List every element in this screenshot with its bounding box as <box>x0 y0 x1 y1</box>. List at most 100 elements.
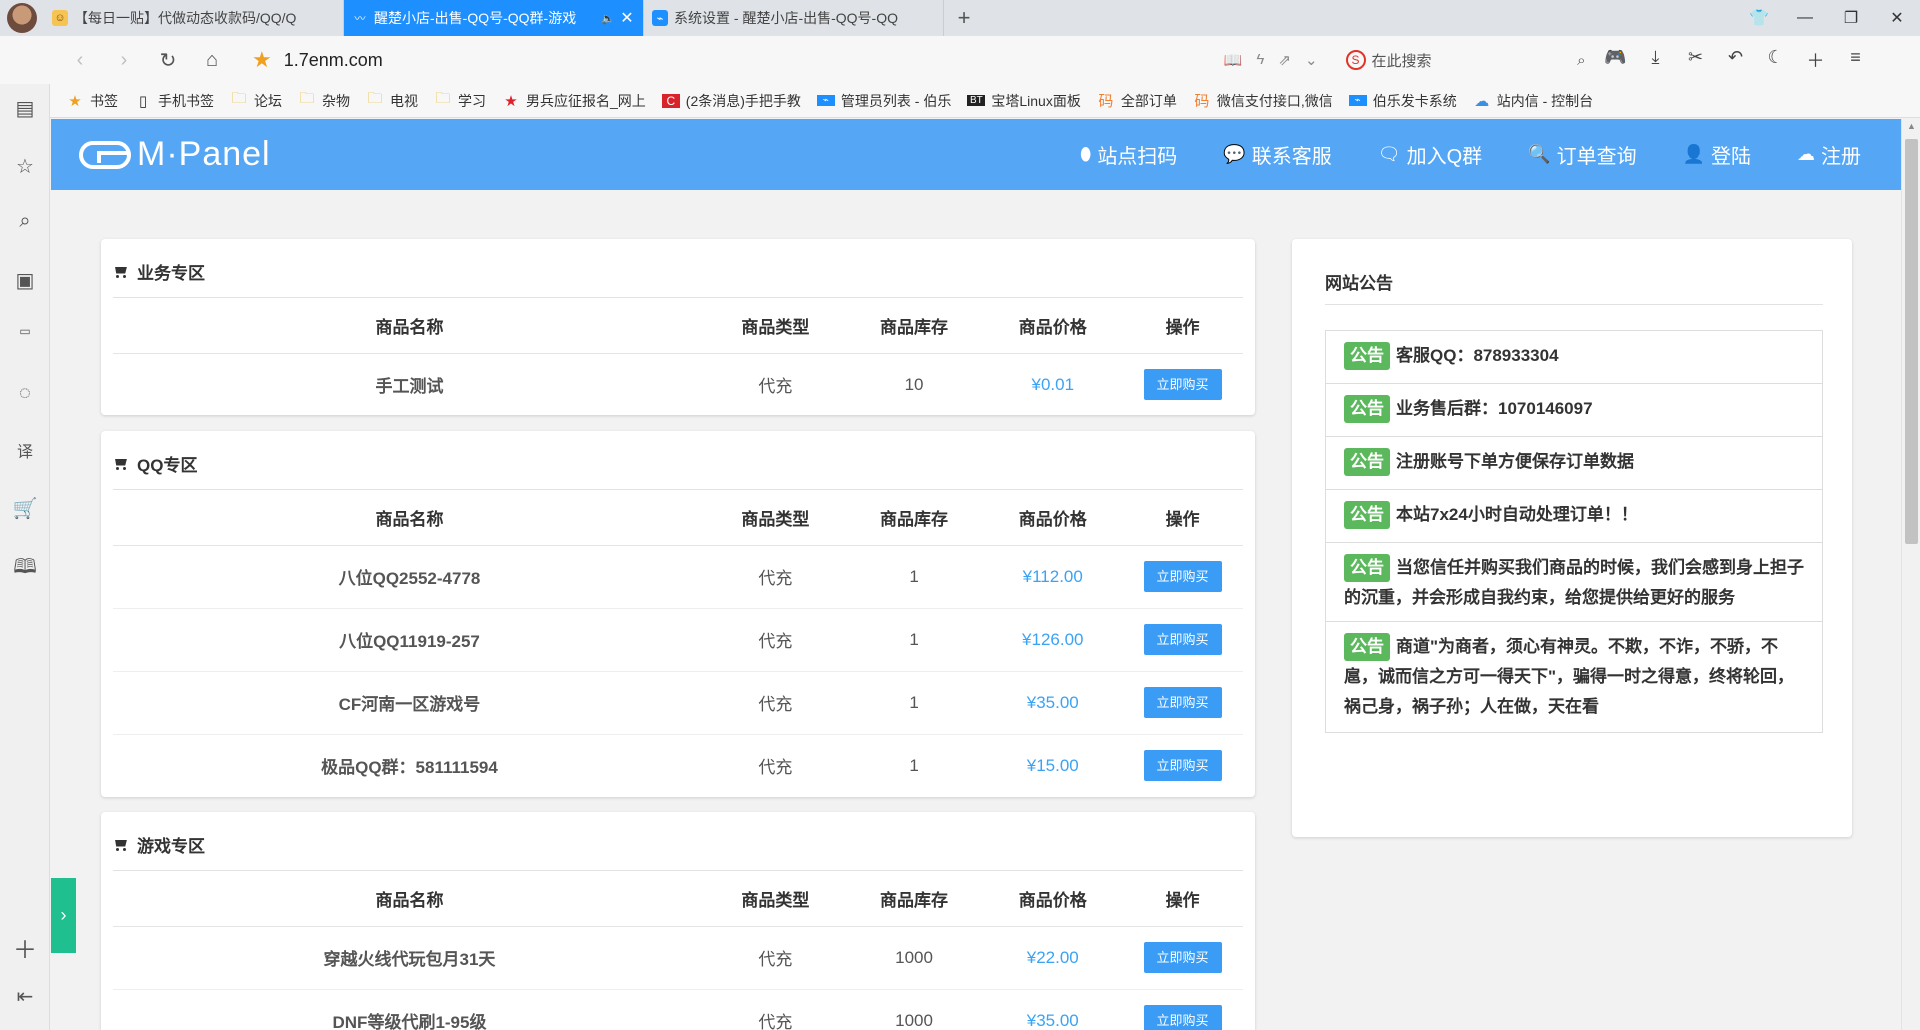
bookmark-item[interactable]: ★ 书签 <box>66 91 118 111</box>
bookmark-item[interactable]: ☁ 站内信 - 控制台 <box>1473 91 1593 111</box>
bookmark-item[interactable]: ★ 男兵应征报名_网上 <box>502 91 646 111</box>
search-box[interactable]: S 在此搜索 ⌕ <box>1345 44 1586 76</box>
favorites-icon[interactable]: ☆ <box>0 154 50 179</box>
reload-icon[interactable]: ↻ <box>146 48 190 73</box>
cart-icon <box>113 265 129 279</box>
user-avatar[interactable] <box>0 0 44 36</box>
download-icon[interactable]: ⤓ <box>1636 47 1676 73</box>
chat-icon: 💬 <box>1223 144 1246 164</box>
site-logo[interactable]: M·Panel <box>79 135 271 174</box>
buy-button[interactable]: 立即购买 <box>1143 942 1222 973</box>
bookmark-item[interactable]: ▯ 手机书签 <box>134 91 214 111</box>
cloud-upload-icon: ☁ <box>1797 144 1815 164</box>
product-type: 代充 <box>705 608 845 672</box>
bookmark-item[interactable]: ⌁ 伯乐发卡系统 <box>1348 91 1457 111</box>
folder-icon: 🗀 <box>231 90 247 107</box>
bookmark-item[interactable]: 码微信支付接口,微信 <box>1193 90 1332 111</box>
share-icon[interactable]: ⇗ <box>1278 51 1291 69</box>
speaker-icon[interactable]: 🔈 <box>601 12 615 25</box>
bookmark-star-icon[interactable]: ★ <box>252 47 272 73</box>
bookmark-item[interactable]: BT 宝塔Linux面板 <box>967 91 1081 111</box>
new-tab-button[interactable]: + <box>944 0 984 36</box>
back-icon[interactable]: ‹ <box>58 49 102 72</box>
close-tab-icon[interactable]: ✕ <box>619 8 635 28</box>
bookmark-item[interactable]: 🗀 论坛 <box>230 88 282 113</box>
close-window-icon[interactable]: ✕ <box>1874 0 1920 36</box>
cart-icon[interactable]: 🛒 <box>0 496 50 521</box>
cart-icon <box>113 838 129 852</box>
tab-0[interactable]: ☺ 【每日一贴】代做动态收款码/QQ/Q <box>44 0 344 36</box>
column-header: 商品名称 <box>113 298 706 354</box>
forward-icon[interactable]: › <box>102 49 146 72</box>
goods-table: 商品名称 商品类型 商品库存 商品价格 操作 穿越火线代玩包月31天 代充 10… <box>113 871 1243 1030</box>
buy-button[interactable]: 立即购买 <box>1143 1005 1222 1030</box>
bookmark-item[interactable]: 🗀 杂物 <box>298 88 350 113</box>
browser-sidebar: ▤ ☆ ⌕ ▣ ▭ ◌ 译 🛒 🕮 ＋ ⇤ <box>0 84 50 1030</box>
table-row: 八位QQ11919-257 代充 1 ¥126.00 立即购买 <box>113 608 1243 672</box>
lightning-icon[interactable]: ϟ <box>1256 51 1264 69</box>
bookmark-item[interactable]: 🗀 电视 <box>366 88 418 113</box>
add-icon[interactable]: ＋ <box>0 930 50 965</box>
menu-icon[interactable]: ≡ <box>1836 47 1876 73</box>
buy-button[interactable]: 立即购买 <box>1143 750 1222 782</box>
search-input[interactable]: 在此搜索 <box>1372 50 1578 71</box>
bookmark-item[interactable]: C (2条消息)手把手教 <box>661 91 801 111</box>
restore-icon[interactable]: ❐ <box>1828 0 1874 36</box>
home-icon[interactable]: ⌂ <box>190 49 234 72</box>
page-scrollbar[interactable]: ▲ <box>1901 119 1920 1030</box>
magnifier-icon[interactable]: ⌕ <box>1577 52 1585 69</box>
notice-badge: 公告 <box>1344 554 1390 582</box>
scissors-icon[interactable]: ✂ <box>1676 47 1716 73</box>
book-icon[interactable]: 🕮 <box>0 552 50 586</box>
expand-sidebar-button[interactable]: › <box>51 878 76 953</box>
action-cell: 立即购买 <box>1122 608 1243 672</box>
nav-contact[interactable]: 💬 联系客服 <box>1223 140 1331 169</box>
buy-button[interactable]: 立即购买 <box>1143 687 1222 718</box>
product-stock: 1000 <box>895 1010 933 1030</box>
bookmark-item[interactable]: ⌁ 管理员列表 - 伯乐 <box>816 91 951 111</box>
nav-links: ⬮ 站点扫码 💬 联系客服 🗨 加入Q群 🔍 订单查询 👤 登陆 ☁ 注册 <box>1034 119 1861 190</box>
skin-icon[interactable]: 👕 <box>1736 0 1782 36</box>
buy-button[interactable]: 立即购买 <box>1143 369 1222 401</box>
news-icon[interactable]: ▤ <box>0 96 50 121</box>
nav-order-query[interactable]: 🔍 订单查询 <box>1528 140 1636 169</box>
buy-button[interactable]: 立即购买 <box>1143 624 1222 655</box>
translate-icon[interactable]: 译 <box>0 438 50 462</box>
notice-badge: 公告 <box>1344 501 1390 529</box>
orange-icon: 码 <box>1098 93 1114 110</box>
phone-icon: ▯ <box>138 92 148 110</box>
buy-button[interactable]: 立即购买 <box>1143 561 1222 592</box>
live-icon[interactable]: ▭ <box>0 324 50 338</box>
bookmark-item[interactable]: 🗀 学习 <box>434 88 486 113</box>
reader-icon[interactable]: 📖 <box>1224 51 1243 69</box>
tab-1[interactable]: 〰 醒楚小店-出售-QQ号-QQ群-游戏 🔈 ✕ <box>344 0 644 36</box>
action-cell: 立即购买 <box>1122 926 1243 990</box>
table-header-row: 商品名称 商品类型 商品库存 商品价格 操作 <box>113 871 1243 927</box>
scroll-up-icon[interactable]: ▲ <box>1902 121 1920 131</box>
column-header: 商品库存 <box>844 298 984 354</box>
bookmark-item[interactable]: 码全部订单 <box>1097 90 1177 111</box>
section-panel-qq: QQ专区 商品名称 商品类型 商品库存 商品价格 操作 八位QQ2552-477… <box>101 431 1255 797</box>
bt-icon: BT <box>967 95 986 106</box>
game-icon[interactable]: 🎮 <box>1596 47 1636 73</box>
nav-register[interactable]: ☁ 注册 <box>1797 140 1861 169</box>
plus-icon[interactable]: ＋ <box>1796 47 1836 73</box>
chat-icon[interactable]: ◌ <box>0 382 50 405</box>
search-engine-icon[interactable]: S <box>1345 50 1366 70</box>
undo-icon[interactable]: ↶ <box>1716 47 1756 73</box>
search-icon[interactable]: ⌕ <box>0 210 50 233</box>
video-icon[interactable]: ▣ <box>0 268 50 293</box>
chevron-down-icon[interactable]: ⌄ <box>1305 51 1318 69</box>
url-field[interactable]: 1.7enm.com <box>284 50 1184 71</box>
nav-scan[interactable]: ⬮ 站点扫码 <box>1080 140 1177 169</box>
nav-login[interactable]: 👤 登陆 <box>1683 140 1751 169</box>
product-stock: 1 <box>909 755 919 775</box>
collapse-sidebar-icon[interactable]: ⇤ <box>0 984 50 1009</box>
table-row: 手工测试 代充 10 ¥0.01 立即购买 <box>113 353 1243 416</box>
notice-item: 公告 商道"为商者，须心有神灵。不欺，不诈，不骄，不扈，诚而信之方可一得天下"，骗… <box>1326 622 1822 732</box>
minimize-icon[interactable]: — <box>1782 0 1828 36</box>
moon-icon[interactable]: ☾ <box>1756 47 1796 73</box>
scrollbar-thumb[interactable] <box>1905 139 1918 544</box>
tab-2[interactable]: ⌁ 系统设置 - 醒楚小店-出售-QQ号-QQ <box>644 0 944 36</box>
nav-join-group[interactable]: 🗨 加入Q群 <box>1378 140 1482 169</box>
